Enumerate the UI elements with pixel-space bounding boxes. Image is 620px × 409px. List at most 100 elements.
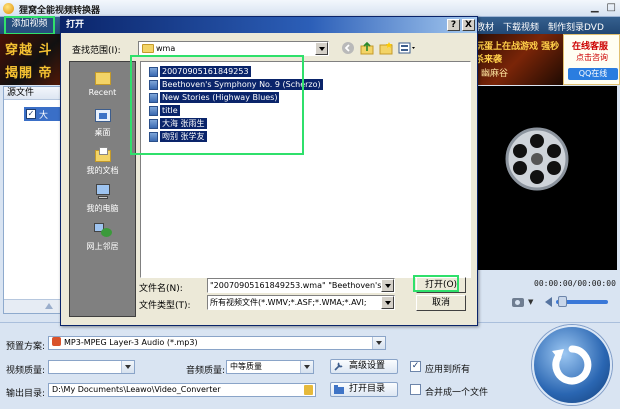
preset-label: 预置方案: [6, 342, 46, 352]
network-icon [93, 221, 113, 239]
file-item[interactable]: 20070905161849253 [149, 66, 251, 77]
filetype-select[interactable]: 所有视频文件(*.WMV;*.ASF;*.WMA;*.AVI; [207, 295, 395, 310]
place-my-documents[interactable]: 我的文档 [70, 145, 135, 176]
link-download-video[interactable]: 下载视频 [503, 20, 539, 33]
folder-icon [334, 385, 344, 394]
up-folder-icon[interactable] [360, 41, 374, 55]
chevron-down-icon[interactable] [121, 361, 134, 373]
file-name: 大海 张雨生 [160, 118, 207, 129]
refresh-icon [552, 345, 592, 385]
audio-file-icon [149, 66, 158, 77]
audio-file-icon [149, 105, 158, 116]
place-my-computer[interactable]: 我的电脑 [70, 183, 135, 214]
dialog-toolbar [341, 41, 416, 55]
output-dir-input[interactable]: D:\My Documents\Leawo\Video_Converter [48, 383, 316, 397]
output-dir-value: D:\My Documents\Leawo\Video_Converter [52, 385, 221, 394]
chevron-down-icon[interactable] [381, 279, 394, 292]
top-links: 教材 下载视频 制作刻录DVD [476, 20, 604, 33]
lock-icon[interactable] [304, 385, 313, 395]
scroll-up-icon[interactable] [45, 303, 53, 309]
filename-label: 文件名(N): [139, 284, 183, 294]
banner-text-top: 穿越 斗 [5, 43, 53, 58]
merge-label: 合并成一个文件 [425, 388, 489, 398]
settings-panel: 预置方案: MP3-MPEG Layer-3 Audio (*.mp3) 视频质… [0, 322, 620, 409]
close-button[interactable]: X [462, 19, 475, 31]
chevron-down-icon[interactable] [381, 296, 394, 309]
qq-online-button[interactable]: QQ在线 [568, 68, 618, 80]
file-list[interactable]: 20070905161849253 Beethoven's Symphony N… [140, 61, 471, 278]
chevron-down-icon[interactable] [300, 361, 313, 373]
dialog-title: 打开 [66, 20, 85, 30]
file-name: title [160, 105, 180, 116]
audio-quality-select[interactable]: 中等质量 [226, 360, 314, 374]
convert-button[interactable] [532, 325, 612, 405]
ad-banner-right[interactable]: 玩蛋上在战游戏 强秒杀来袭 幽麻谷 [473, 34, 563, 85]
maximize-icon[interactable]: □ [607, 2, 616, 13]
banner-text-bottom: 揭開 帝 [5, 66, 53, 81]
cancel-button[interactable]: 取消 [416, 295, 466, 311]
advanced-settings-button[interactable]: 高级设置 [330, 359, 398, 374]
source-file-panel: 源文件 ✓ 大 [3, 86, 64, 314]
app-title: 狸窝全能视频转换器 [19, 6, 101, 16]
video-quality-select[interactable] [48, 360, 135, 374]
add-video-button[interactable]: 添加视频 [4, 16, 55, 35]
view-menu-icon[interactable] [398, 41, 416, 55]
film-reel-icon [505, 127, 569, 191]
audio-quality-label: 音频质量: [186, 366, 226, 376]
back-icon[interactable] [341, 41, 355, 55]
advanced-settings-label: 高级设置 [349, 361, 386, 371]
place-desktop[interactable]: 桌面 [70, 107, 135, 138]
desktop-icon [93, 107, 113, 125]
app-logo-icon [3, 3, 14, 14]
place-my-computer-label: 我的电脑 [86, 204, 119, 213]
banner-right-title: 玩蛋上在战游戏 强秒杀来袭 [475, 42, 560, 65]
chevron-down-icon[interactable] [372, 337, 385, 349]
chevron-down-icon[interactable]: ▼ [528, 298, 533, 306]
apply-all-label: 应用到所有 [425, 365, 471, 375]
app-titlebar: 狸窝全能视频转换器 ▁ □ [0, 0, 620, 17]
video-preview [478, 86, 617, 270]
service-title: 在线客服 [572, 42, 609, 52]
source-file-checkbox[interactable]: ✓ [26, 109, 36, 119]
place-recent[interactable]: Recent [70, 68, 135, 97]
filetype-value: 所有视频文件(*.WMV;*.ASF;*.WMA;*.AVI; [210, 298, 367, 307]
file-item[interactable]: Beethoven's Symphony No. 9 (Scherzo) [149, 79, 323, 90]
open-directory-button[interactable]: 打开目录 [330, 382, 398, 397]
place-network[interactable]: 网上邻居 [70, 221, 135, 252]
lookin-select[interactable]: wma [138, 41, 329, 56]
folder-icon [142, 44, 154, 53]
online-service[interactable]: 在线客服 点击咨询 QQ在线 [563, 34, 620, 85]
dialog-titlebar: 打开 ? X [61, 17, 477, 33]
file-item[interactable]: New Stories (Highway Blues) [149, 92, 280, 103]
minimize-icon[interactable]: ▁ [591, 2, 599, 13]
file-item[interactable]: 大海 张雨生 [149, 118, 207, 129]
place-recent-label: Recent [88, 88, 117, 97]
help-button[interactable]: ? [447, 19, 460, 31]
source-scrollbar[interactable] [4, 299, 63, 313]
computer-icon [93, 183, 113, 201]
file-item[interactable]: title [149, 105, 180, 116]
link-tutorial[interactable]: 教材 [476, 20, 494, 33]
snapshot-icon[interactable] [512, 297, 524, 307]
preset-select[interactable]: MP3-MPEG Layer-3 Audio (*.mp3) [48, 336, 386, 350]
ad-banner-left[interactable]: 穿越 斗 揭開 帝 [0, 34, 66, 85]
file-name: New Stories (Highway Blues) [160, 92, 280, 103]
preset-value: MP3-MPEG Layer-3 Audio (*.mp3) [64, 338, 198, 347]
filename-input[interactable]: "20070905161849253.wma" "Beethoven's S [207, 278, 395, 293]
volume-slider[interactable] [556, 296, 609, 307]
wrench-icon [334, 362, 343, 371]
source-file-row[interactable]: ✓ 大 [24, 107, 64, 121]
place-network-label: 网上邻居 [86, 242, 119, 251]
speaker-icon[interactable] [545, 297, 553, 307]
audio-file-icon [149, 79, 158, 90]
new-folder-icon[interactable] [379, 41, 393, 55]
chevron-down-icon[interactable] [315, 42, 328, 55]
video-quality-label: 视频质量: [6, 366, 46, 376]
file-name: Beethoven's Symphony No. 9 (Scherzo) [160, 79, 323, 90]
file-name: 20070905161849253 [160, 66, 251, 77]
volume-knob[interactable] [558, 296, 568, 307]
merge-checkbox[interactable] [410, 384, 421, 395]
file-item[interactable]: 吻别 张学友 [149, 131, 207, 142]
link-burn-dvd[interactable]: 制作刻录DVD [548, 20, 604, 33]
apply-all-checkbox[interactable]: ✓ [410, 361, 421, 372]
